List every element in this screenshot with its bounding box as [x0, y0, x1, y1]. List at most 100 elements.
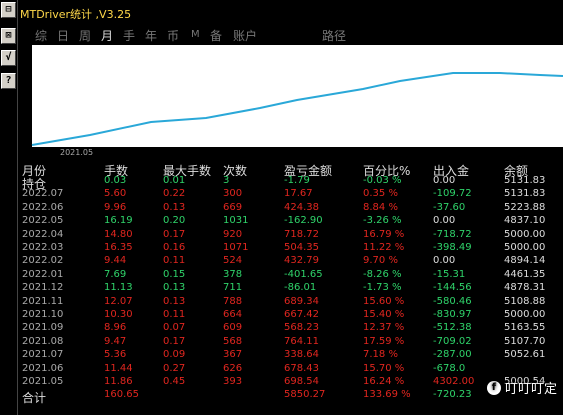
expand-icon[interactable]: ⊠: [1, 28, 16, 44]
cell-lots: 7.69: [104, 268, 127, 280]
table-row[interactable]: 2022.01 7.69 0.15 378 -401.65 -8.26 % -15.31 44…: [22, 269, 563, 282]
equity-chart-svg: [31, 45, 563, 147]
cell-count: 1031: [223, 215, 249, 227]
tab-summary[interactable]: 综: [35, 27, 47, 44]
cell-lots: 12.07: [104, 295, 133, 307]
table-row[interactable]: 2022.06 9.96 0.13 669 424.38 8.84 % -37.60 5223…: [22, 202, 563, 215]
cell-month: 2021.09: [22, 322, 64, 334]
cell-count: 664: [223, 309, 243, 320]
tab-bar: 综 日 周 月 手 年 币 M 备 账户 路径: [20, 27, 563, 45]
cell-percent: 15.70 %: [363, 362, 405, 374]
cell-profit-loss: 678.43: [284, 362, 319, 374]
cell-deposit-withdraw: 0.00: [433, 255, 456, 267]
table-row[interactable]: 2021.12 11.13 0.13 711 -86.01 -1.73 % -144.56 4…: [22, 282, 563, 295]
cell-deposit-withdraw: -287.00: [433, 349, 472, 361]
cell-profit-loss: 718.72: [284, 228, 319, 240]
table-row[interactable]: 2022.03 16.35 0.16 1071 504.35 11.22 % -398.49…: [22, 242, 563, 255]
table-row[interactable]: 2021.06 11.44 0.27 626 678.43 15.70 % -678.0: [22, 363, 563, 376]
table-row[interactable]: 2021.07 5.36 0.09 367 338.64 7.18 % -287.00 505…: [22, 349, 563, 362]
cell-balance: 4878.31: [504, 282, 546, 294]
cell-profit-loss: -86.01: [284, 282, 317, 294]
cell-profit-loss: 689.34: [284, 295, 319, 307]
cell-balance: 4461.35: [504, 268, 546, 280]
cell-month: 2022.06: [22, 201, 64, 213]
cell-count: 711: [223, 282, 243, 294]
table-row[interactable]: 2021.11 12.07 0.13 788 689.34 15.60 % -580.46 5…: [22, 296, 563, 309]
cell-balance: 5131.83: [504, 175, 546, 186]
tab-notes[interactable]: 备: [210, 27, 222, 44]
cell-deposit-withdraw: -580.46: [433, 295, 472, 307]
table-row[interactable]: 2021.08 9.47 0.17 568 764.11 17.59 % -709.02 51…: [22, 336, 563, 349]
cell-balance: 5000.00: [504, 309, 546, 320]
table-row[interactable]: 2022.07 5.60 0.22 300 17.67 0.35 % -109.72 5131…: [22, 188, 563, 201]
cell-deposit-withdraw: -109.72: [433, 188, 472, 200]
table-row[interactable]: 持仓 0.03 0.01 3 -1.79 -0.03 % 0.00 5131.83: [22, 175, 563, 191]
cell-profit-loss: 338.64: [284, 349, 319, 361]
cell-count: 378: [223, 268, 243, 280]
cell-month: 2022.02: [22, 255, 64, 267]
cell-month: 2022.04: [22, 228, 64, 240]
cell-max-lots: 0.15: [163, 268, 186, 280]
tab-week[interactable]: 周: [79, 27, 91, 44]
tab-month[interactable]: 月: [101, 27, 113, 44]
help-icon[interactable]: ?: [1, 73, 16, 89]
totals-row[interactable]: 合计 160.65 5850.27 133.69 % -720.23: [22, 389, 563, 405]
table-row[interactable]: 2022.05 16.19 0.20 1031 -162.90 -3.26 % 0.00 48…: [22, 215, 563, 228]
cell-lots: 5.36: [104, 349, 127, 361]
cell-max-lots: 0.17: [163, 335, 186, 347]
watermark-text: 叮叮叮定: [504, 382, 557, 397]
cell-month: 2021.12: [22, 282, 64, 294]
tab-m[interactable]: M: [191, 29, 200, 40]
cell-deposit-withdraw: -37.60: [433, 201, 466, 213]
tab-account[interactable]: 账户: [233, 27, 257, 44]
cell-profit-loss: 698.54: [284, 376, 319, 387]
tab-lots[interactable]: 手: [123, 27, 135, 44]
cell-percent: 8.84 %: [363, 201, 398, 213]
cell-percent: 12.37 %: [363, 322, 405, 334]
tab-day[interactable]: 日: [57, 27, 69, 44]
cell-lots: 0.03: [104, 175, 127, 186]
table-row[interactable]: 2022.04 14.80 0.17 920 718.72 16.79 % -718.72 5…: [22, 229, 563, 242]
cell-lots: 160.65: [104, 389, 139, 401]
cell-max-lots: 0.13: [163, 201, 186, 213]
table-row[interactable]: 2021.09 8.96 0.07 609 568.23 12.37 % -512.38 51…: [22, 322, 563, 335]
cell-month: 2021.08: [22, 335, 64, 347]
cell-percent: 133.69 %: [363, 389, 411, 401]
cell-deposit-withdraw: -830.97: [433, 309, 472, 320]
tab-year[interactable]: 年: [145, 27, 157, 44]
cell-balance: 5107.70: [504, 335, 546, 347]
cell-balance: 5131.83: [504, 188, 546, 200]
cell-deposit-withdraw: 0.00: [433, 175, 456, 186]
cell-lots: 9.47: [104, 335, 127, 347]
table-row[interactable]: 2021.10 10.30 0.11 664 667.42 15.40 % -830.97 5…: [22, 309, 563, 322]
cell-lots: 5.60: [104, 188, 127, 200]
cell-lots: 10.30: [104, 309, 133, 320]
cell-profit-loss: 17.67: [284, 188, 313, 200]
cell-lots: 11.44: [104, 362, 133, 374]
cell-max-lots: 0.13: [163, 282, 186, 294]
tab-currency[interactable]: 币: [167, 27, 179, 44]
table-row[interactable]: 2022.02 9.44 0.11 524 432.79 9.70 % 0.00 4894.1…: [22, 255, 563, 268]
watermark-logo-icon: f: [486, 380, 501, 395]
cell-lots: 9.44: [104, 255, 127, 267]
cell-count: 669: [223, 201, 243, 213]
cell-balance: 5223.88: [504, 201, 546, 213]
left-toolbar: ⊟ ⊠ √ ?: [0, 0, 18, 415]
cell-profit-loss: 432.79: [284, 255, 319, 267]
check-icon[interactable]: √: [1, 50, 16, 66]
tab-path[interactable]: 路径: [322, 27, 346, 44]
table-row[interactable]: 2021.05 11.86 0.45 393 698.54 16.24 % 4302.00 5…: [22, 376, 563, 389]
cell-max-lots: 0.16: [163, 242, 186, 253]
cell-lots: 9.96: [104, 201, 127, 213]
cell-month: 2021.11: [22, 295, 64, 307]
cell-percent: 7.18 %: [363, 349, 398, 361]
cell-max-lots: 0.07: [163, 322, 186, 334]
cell-lots: 16.19: [104, 215, 133, 227]
cell-count: 1071: [223, 242, 249, 253]
cell-lots: 11.86: [104, 376, 133, 387]
table-header: 月份 手数 最大手数 次数 盈亏金额 百分比% 出入金 余额: [22, 160, 563, 178]
cell-max-lots: 0.11: [163, 255, 186, 267]
collapse-icon[interactable]: ⊟: [1, 2, 16, 18]
cell-max-lots: 0.20: [163, 215, 186, 227]
cell-month: 2021.05: [22, 376, 64, 387]
